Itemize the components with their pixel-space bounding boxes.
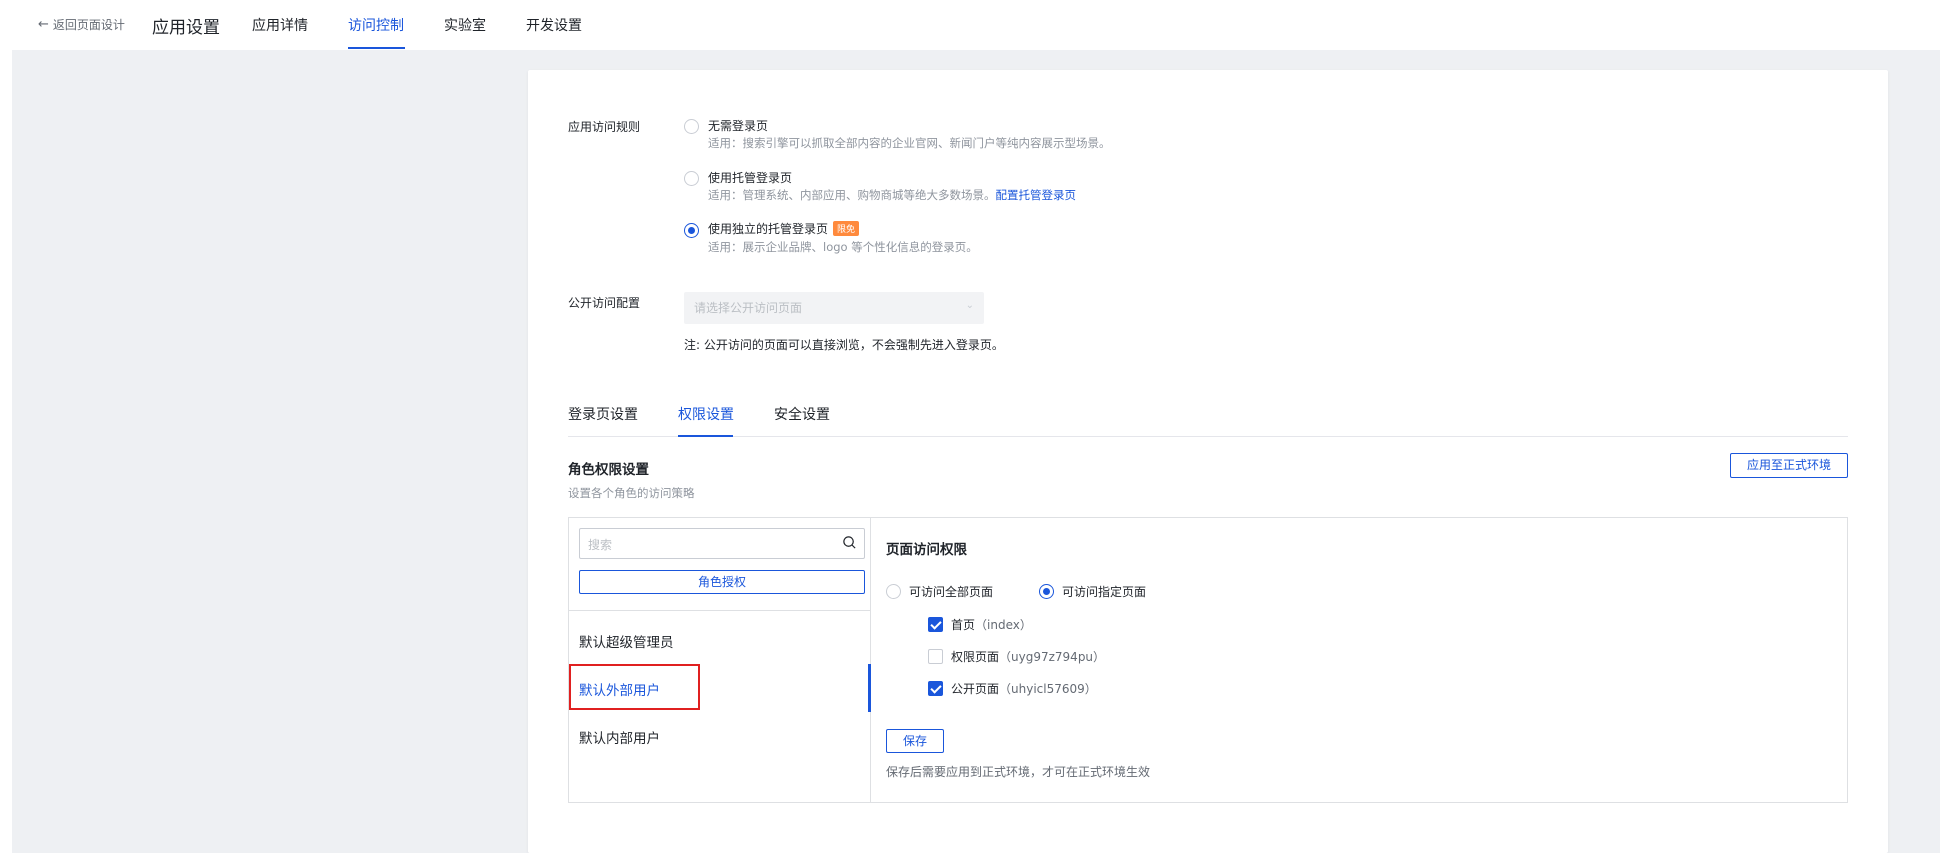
chevron-down-icon: ⌄ — [965, 300, 974, 311]
role-item-internal-user[interactable]: 默认内部用户 — [579, 727, 660, 747]
back-to-page-design-link[interactable]: ← 返回页面设计 — [38, 16, 125, 33]
access-rule-label: 应用访问规则 — [568, 120, 641, 134]
all-pages-label: 可访问全部页面 — [909, 585, 994, 599]
page-access-title: 页面访问权限 — [886, 542, 967, 558]
page-index-name: 首页 — [951, 618, 976, 632]
page-index-label: 首页（index） — [951, 616, 1032, 633]
radio-hosted-login[interactable] — [684, 171, 699, 186]
role-authorize-button[interactable]: 角色授权 — [579, 570, 865, 594]
search-placeholder: 搜索 — [588, 538, 613, 552]
subtab-permission-settings[interactable]: 权限设置 — [678, 404, 734, 424]
tab-access-control[interactable]: 访问控制 — [348, 15, 404, 35]
option-hosted-login-desc: 适用：管理系统、内部应用、购物商城等绝大多数场景。配置托管登录页 — [708, 187, 1076, 203]
checkbox-page-index[interactable] — [928, 617, 943, 632]
subtab-login-page-settings[interactable]: 登录页设置 — [568, 404, 638, 424]
public-pages-placeholder: 请选择公开访问页面 — [694, 301, 803, 315]
page-permission-name: 权限页面 — [951, 650, 1000, 664]
checkbox-page-public[interactable] — [928, 681, 943, 696]
subtab-security-settings[interactable]: 安全设置 — [774, 404, 830, 424]
role-permission-desc: 设置各个角色的访问策略 — [568, 486, 695, 500]
page-public-label: 公开页面（uhyicl57609） — [951, 680, 1097, 697]
selected-role-indicator — [868, 664, 871, 712]
tab-lab[interactable]: 实验室 — [444, 15, 486, 35]
permission-panel: 搜索 角色授权 默认超级管理员 默认外部用户 默认内部用户 页面访问权限 可访问… — [568, 517, 1848, 803]
subtab-divider — [568, 436, 1848, 437]
public-access-note: 注: 公开访问的页面可以直接浏览，不会强制先进入登录页。 — [684, 338, 1004, 352]
page-index-code: （index） — [975, 618, 1032, 632]
save-button[interactable]: 保存 — [886, 729, 944, 753]
option-no-login-desc: 适用：搜索引擎可以抓取全部内容的企业官网、新闻门户等纯内容展示型场景。 — [708, 136, 1111, 150]
option-hosted-login-title: 使用托管登录页 — [708, 171, 793, 185]
search-icon[interactable] — [842, 535, 857, 550]
role-item-super-admin[interactable]: 默认超级管理员 — [579, 631, 674, 651]
back-link-label: 返回页面设计 — [52, 18, 125, 32]
option-no-login-title: 无需登录页 — [708, 119, 769, 133]
radio-standalone-hosted-login[interactable] — [684, 223, 699, 238]
role-permission-title: 角色权限设置 — [568, 462, 649, 478]
public-pages-select[interactable]: 请选择公开访问页面 ⌄ — [684, 292, 984, 324]
tab-dev-settings[interactable]: 开发设置 — [526, 15, 582, 35]
page-permission-code: （uyg97z794pu） — [999, 650, 1106, 664]
settings-card: 应用访问规则 无需登录页 适用：搜索引擎可以抓取全部内容的企业官网、新闻门户等纯… — [528, 70, 1888, 853]
page-public-name: 公开页面 — [951, 682, 1000, 696]
option-hosted-login-desc-text: 适用：管理系统、内部应用、购物商城等绝大多数场景。 — [708, 188, 996, 202]
page-public-code: （uhyicl57609） — [999, 682, 1097, 696]
free-limited-badge: 限免 — [833, 221, 860, 236]
arrow-left-icon: ← — [38, 17, 49, 32]
apply-to-production-button[interactable]: 应用至正式环境 — [1730, 453, 1848, 478]
panel-divider — [870, 518, 871, 802]
top-bar: ← 返回页面设计 应用设置 应用详情 访问控制 实验室 开发设置 — [12, 0, 1940, 50]
page-permission-label: 权限页面（uyg97z794pu） — [951, 648, 1105, 665]
role-list-divider — [569, 610, 870, 611]
option-standalone-login-desc: 适用：展示企业品牌、logo 等个性化信息的登录页。 — [708, 240, 978, 254]
selected-role-highlight — [569, 664, 700, 710]
tab-app-details[interactable]: 应用详情 — [252, 15, 308, 35]
public-access-label: 公开访问配置 — [568, 296, 641, 310]
left-edge — [0, 0, 12, 853]
radio-all-pages[interactable] — [886, 584, 901, 599]
role-search-input[interactable]: 搜索 — [579, 528, 865, 559]
active-tab-underline — [348, 47, 405, 49]
option-standalone-login-title: 使用独立的托管登录页 限免 — [708, 220, 860, 237]
option-standalone-login-label: 使用独立的托管登录页 — [708, 222, 829, 236]
radio-no-login[interactable] — [684, 119, 699, 134]
save-hint-text: 保存后需要应用到正式环境，才可在正式环境生效 — [886, 765, 1151, 779]
specific-pages-label: 可访问指定页面 — [1062, 585, 1147, 599]
page-title: 应用设置 — [152, 18, 220, 38]
radio-specific-pages[interactable] — [1039, 584, 1054, 599]
configure-hosted-login-link[interactable]: 配置托管登录页 — [996, 188, 1077, 202]
active-subtab-underline — [678, 435, 733, 437]
checkbox-page-permission[interactable] — [928, 649, 943, 664]
